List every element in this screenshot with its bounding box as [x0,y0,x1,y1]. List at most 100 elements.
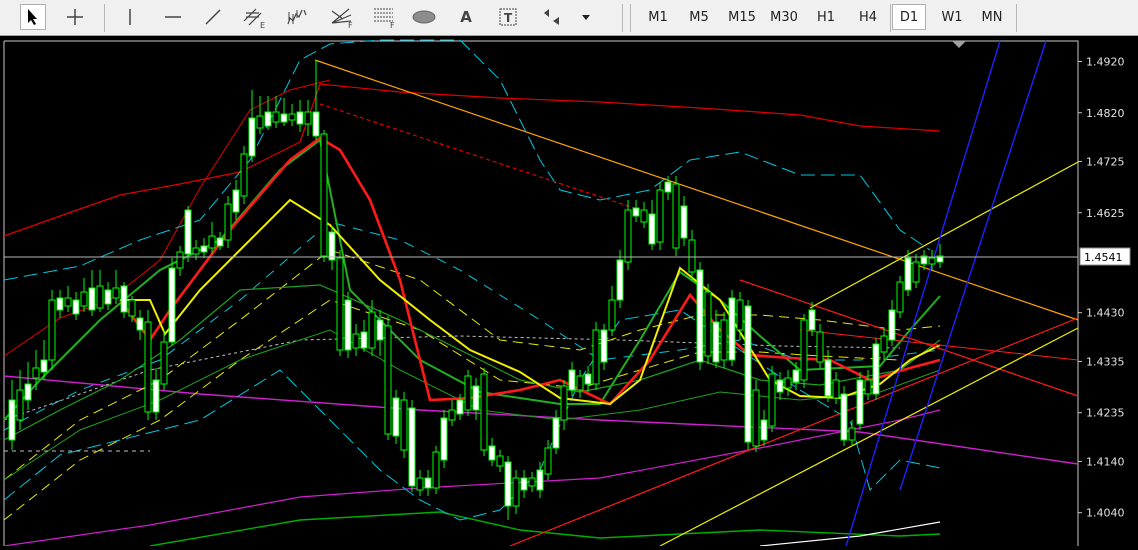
candle-body [464,375,472,411]
candle-body [400,399,408,451]
timeframe-m30[interactable]: M30 [764,4,804,30]
crosshair-icon [67,9,83,25]
candle-body [120,285,128,313]
candle-body [544,447,552,475]
text-label-button[interactable]: T [496,4,520,30]
price-chart[interactable]: 1.4920 1.4820 1.4725 1.4625 1.4430 1.4335 1.42… [0,37,1138,547]
equidistant-channel-button[interactable]: E [240,4,268,30]
candle-body [24,383,32,401]
toolbar-separator [1016,4,1017,32]
candle-body [704,291,712,357]
candle-body [584,373,592,385]
candle-body [488,445,496,461]
candle-body [904,257,912,291]
timeframe-h4[interactable]: H4 [850,4,886,30]
candle-body [784,377,792,389]
horizontal-line-button[interactable] [160,4,186,30]
candle-body [720,319,728,361]
candle-body [808,309,816,331]
candle-body [8,399,16,441]
candle-body [216,237,224,247]
candle-body [928,257,936,265]
fibonacci-fan-button[interactable]: F [328,4,356,30]
candle-body [480,373,488,451]
candle-body [392,397,400,437]
candle-body [312,111,320,137]
candle-body [792,369,800,383]
candle-body [32,367,40,379]
candle-body [288,113,296,121]
timeframe-mn[interactable]: MN [974,4,1010,30]
toolbar-separator [104,4,105,32]
candle-body [672,183,680,249]
candle-body [72,299,80,315]
candle-body [736,299,744,331]
vertical-line-button[interactable] [120,4,140,30]
candle-body [432,451,440,489]
toolbar-separator [630,4,631,32]
candle-body [712,321,720,363]
price-axis-label: 1.4140 [1086,455,1125,468]
text-icon: A [460,8,472,26]
candle-body [768,373,776,427]
fibonacci-retracement-button[interactable]: F [370,4,398,30]
candle-body [152,379,160,413]
candle-body [512,477,520,507]
candle-body [744,305,752,443]
candle-body [832,379,840,399]
timeframe-m5[interactable]: M5 [681,4,717,30]
candle-body [496,455,504,467]
candle-body [336,257,344,351]
candle-body [856,379,864,425]
candle-body [824,359,832,397]
current-price-tag: 1.4541 [1079,247,1131,266]
candle-body [80,291,88,307]
candle-body [224,203,232,241]
timeframe-w1[interactable]: W1 [934,4,970,30]
candle-body [328,231,336,261]
candle-body [648,213,656,245]
trendline-button[interactable] [200,4,226,30]
price-axis-label: 1.4235 [1086,407,1125,420]
candle-body [320,133,328,257]
text-label-icon: T [499,8,517,26]
candle-body [880,335,888,353]
std-deviation-channel-button[interactable] [284,4,312,30]
candle-body [504,461,512,507]
toolbar-separator [890,4,891,32]
candle-body [48,299,56,361]
current-price-label: 1.4541 [1084,251,1123,264]
candle-body [760,419,768,441]
candle-body [680,205,688,239]
candle-body [912,261,920,283]
text-label-letter: T [504,11,513,25]
crosshair-button[interactable] [62,4,88,30]
cursor-button[interactable] [20,4,46,30]
arrows-icon [544,9,559,25]
candle-body [656,189,664,243]
candle-body [360,331,368,349]
candle-body [848,427,856,441]
candle-body [688,239,696,273]
candle-body [40,359,48,373]
toolbar: E F F A T M1 M5 M15 M30 H1 H4 D1 W1 MN [0,0,1138,36]
candle-body [184,209,192,255]
candle-body [176,251,184,269]
timeframe-d1[interactable]: D1 [892,4,926,30]
price-axis-label: 1.4430 [1086,307,1125,320]
candle-body [104,289,112,305]
arrows-button[interactable] [538,4,566,30]
candle-body [576,375,584,391]
candle-body [632,207,640,217]
timeframe-m1[interactable]: M1 [640,4,676,30]
timeframe-m15[interactable]: M15 [722,4,762,30]
timeframe-h1[interactable]: H1 [808,4,844,30]
text-tool-button[interactable]: A [454,4,478,30]
chart-area[interactable]: 1.4920 1.4820 1.4725 1.4625 1.4430 1.4335 1.42… [0,37,1138,547]
arrows-dropdown-button[interactable] [578,4,594,30]
dropdown-arrow-icon [582,15,590,20]
ellipse-button[interactable] [410,4,438,30]
candle-body [888,309,896,341]
candle-body [440,417,448,461]
candle-body [520,477,528,491]
